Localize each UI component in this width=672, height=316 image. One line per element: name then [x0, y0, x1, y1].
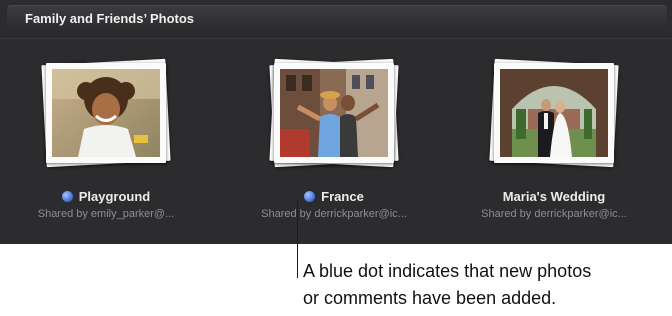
- album-france[interactable]: France Shared by derrickparker@ic...: [236, 58, 432, 225]
- album-title: Maria's Wedding: [502, 189, 606, 204]
- section-title: Family and Friends’ Photos: [25, 11, 195, 26]
- album-playground[interactable]: Playground Shared by emily_parker@...: [8, 58, 204, 225]
- album-title: Playground: [8, 189, 204, 204]
- album-cover-image: [280, 69, 388, 157]
- album-cover-image: [500, 69, 608, 157]
- callout-leader-line: [297, 201, 298, 278]
- callout-line-1: A blue dot indicates that new photos: [303, 261, 592, 281]
- new-items-dot-icon: [61, 191, 73, 202]
- album-marias-wedding[interactable]: Maria's Wedding Shared by derrickparker@…: [456, 58, 652, 225]
- album-shared-by: Shared by emily_parker@...: [37, 208, 175, 220]
- photo-stack[interactable]: [269, 58, 399, 168]
- album-title: France: [236, 189, 432, 204]
- photo-frame: [494, 63, 614, 163]
- photo-frame: [46, 63, 166, 163]
- photo-frame: [274, 63, 394, 163]
- album-cover-image: [52, 69, 160, 157]
- photo-stack[interactable]: [489, 58, 619, 168]
- photo-stack[interactable]: [41, 58, 171, 168]
- section-header: Family and Friends’ Photos: [7, 5, 667, 31]
- shared-albums-panel: Family and Friends’ Photos Playground Sh…: [0, 0, 672, 244]
- new-items-dot-icon: [304, 191, 316, 202]
- callout-line-2: or comments have been added.: [303, 288, 557, 308]
- album-shared-by: Shared by derrickparker@ic...: [261, 208, 407, 220]
- album-shared-by: Shared by derrickparker@ic...: [481, 208, 627, 220]
- callout-text: A blue dot indicates that new photos or …: [303, 258, 663, 312]
- divider: [0, 38, 672, 39]
